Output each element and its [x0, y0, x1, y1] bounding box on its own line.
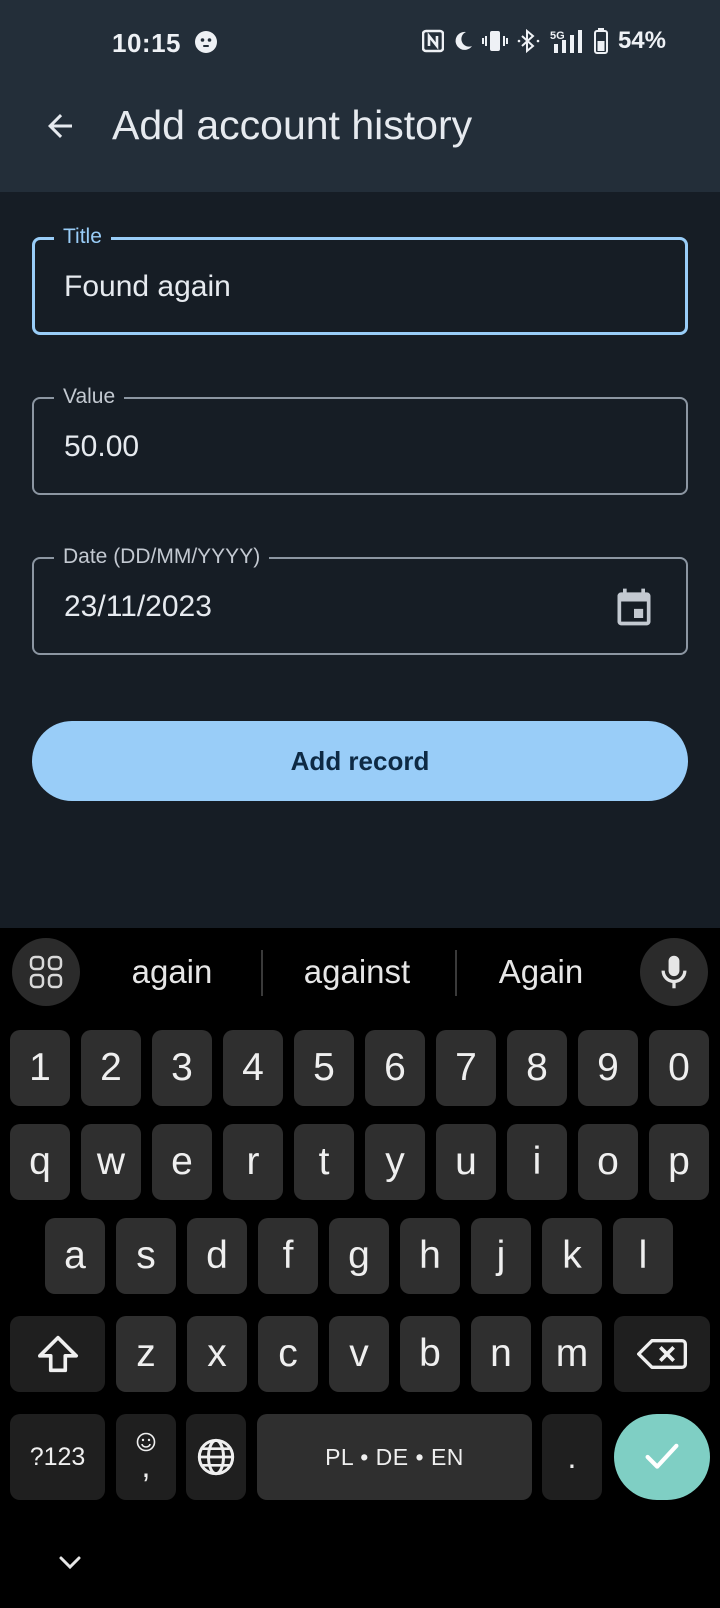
letter-key[interactable]: i [507, 1124, 567, 1200]
letter-key[interactable]: k [542, 1218, 602, 1294]
hide-keyboard-button[interactable] [50, 1548, 90, 1578]
letter-key[interactable]: j [471, 1218, 531, 1294]
suggestion-1[interactable]: again [92, 942, 252, 1002]
emoji-comma-key[interactable]: , [116, 1414, 176, 1500]
number-key[interactable]: 2 [81, 1030, 141, 1106]
letter-key[interactable]: e [152, 1124, 212, 1200]
backspace-key[interactable] [614, 1316, 710, 1392]
symbols-key[interactable]: ?123 [10, 1414, 105, 1500]
date-field-label: Date (DD/MM/YYYY) [54, 544, 270, 570]
letter-key[interactable]: o [578, 1124, 638, 1200]
nfc-icon [421, 29, 444, 53]
letter-key[interactable]: d [187, 1218, 247, 1294]
bluetooth-icon [517, 29, 540, 53]
letter-key[interactable]: t [294, 1124, 354, 1200]
globe-icon [197, 1438, 235, 1476]
number-key[interactable]: 8 [507, 1030, 567, 1106]
letter-key[interactable]: h [400, 1218, 460, 1294]
space-key[interactable]: PL • DE • EN [257, 1414, 532, 1500]
period-key[interactable]: . [542, 1414, 602, 1500]
letter-key[interactable]: r [223, 1124, 283, 1200]
letter-key[interactable]: u [436, 1124, 496, 1200]
chevron-down-icon [59, 1556, 81, 1570]
back-button[interactable] [38, 104, 82, 148]
arrow-back-icon [48, 114, 72, 138]
suggestion-2[interactable]: against [272, 942, 442, 1002]
suggestion-divider [261, 950, 263, 996]
title-field[interactable]: Title Found again [32, 224, 688, 335]
top-app-bar: 10:15 5G 54% Add account history [0, 0, 720, 192]
battery-percent: 54% [617, 27, 666, 54]
letter-key[interactable]: a [45, 1218, 105, 1294]
letter-key[interactable]: s [116, 1218, 176, 1294]
backspace-icon [637, 1338, 687, 1369]
letter-key[interactable]: m [542, 1316, 602, 1392]
language-key[interactable] [186, 1414, 246, 1500]
letter-key[interactable]: n [471, 1316, 531, 1392]
letter-key[interactable]: f [258, 1218, 318, 1294]
number-key[interactable]: 6 [365, 1030, 425, 1106]
letter-key[interactable]: x [187, 1316, 247, 1392]
calendar-icon[interactable] [612, 585, 656, 629]
value-field-value[interactable]: 50.00 [64, 429, 139, 465]
signal-icon: 5G [550, 30, 582, 53]
date-field-value[interactable]: 23/11/2023 [64, 589, 212, 625]
date-field[interactable]: Date (DD/MM/YYYY) 23/11/2023 [32, 544, 688, 655]
checkmark-icon [645, 1443, 679, 1469]
letter-key[interactable]: b [400, 1316, 460, 1392]
letter-key[interactable]: y [365, 1124, 425, 1200]
shift-key[interactable] [10, 1316, 105, 1392]
suggestion-3[interactable]: Again [466, 942, 616, 1002]
number-key[interactable]: 7 [436, 1030, 496, 1106]
status-bar: 10:15 5G 54% [0, 0, 720, 80]
value-field[interactable]: Value 50.00 [32, 384, 688, 495]
grid-icon [29, 955, 63, 989]
letter-key[interactable]: q [10, 1124, 70, 1200]
number-key[interactable]: 4 [223, 1030, 283, 1106]
suggestion-divider [455, 950, 457, 996]
number-key[interactable]: 0 [649, 1030, 709, 1106]
status-time: 10:15 [112, 28, 181, 58]
number-key[interactable]: 1 [10, 1030, 70, 1106]
letter-key[interactable]: g [329, 1218, 389, 1294]
comma-label: , [141, 1448, 151, 1484]
title-field-value[interactable]: Found again [64, 269, 231, 305]
value-field-label: Value [54, 384, 125, 410]
vibrate-icon [481, 31, 508, 51]
title-field-label: Title [54, 224, 111, 250]
status-icons: 5G 54% [421, 26, 666, 56]
voice-input-button[interactable] [640, 938, 708, 1006]
page-title: Add account history [112, 102, 473, 148]
keyboard-menu-button[interactable] [12, 938, 80, 1006]
number-key[interactable]: 5 [294, 1030, 354, 1106]
letter-key[interactable]: c [258, 1316, 318, 1392]
letter-key[interactable]: v [329, 1316, 389, 1392]
letter-key[interactable]: p [649, 1124, 709, 1200]
add-record-button[interactable]: Add record [32, 721, 688, 801]
enter-key[interactable] [614, 1414, 710, 1500]
microphone-icon [661, 955, 687, 989]
number-key[interactable]: 3 [152, 1030, 212, 1106]
moon-icon [455, 31, 472, 50]
battery-icon [593, 28, 608, 54]
letter-key[interactable]: z [116, 1316, 176, 1392]
letter-key[interactable]: w [81, 1124, 141, 1200]
letter-key[interactable]: l [613, 1218, 673, 1294]
smiley-face-icon [195, 31, 217, 53]
shift-icon [37, 1335, 78, 1373]
number-key[interactable]: 9 [578, 1030, 638, 1106]
soft-keyboard: again against Again 1234567890 qwertyuio… [0, 928, 720, 1608]
